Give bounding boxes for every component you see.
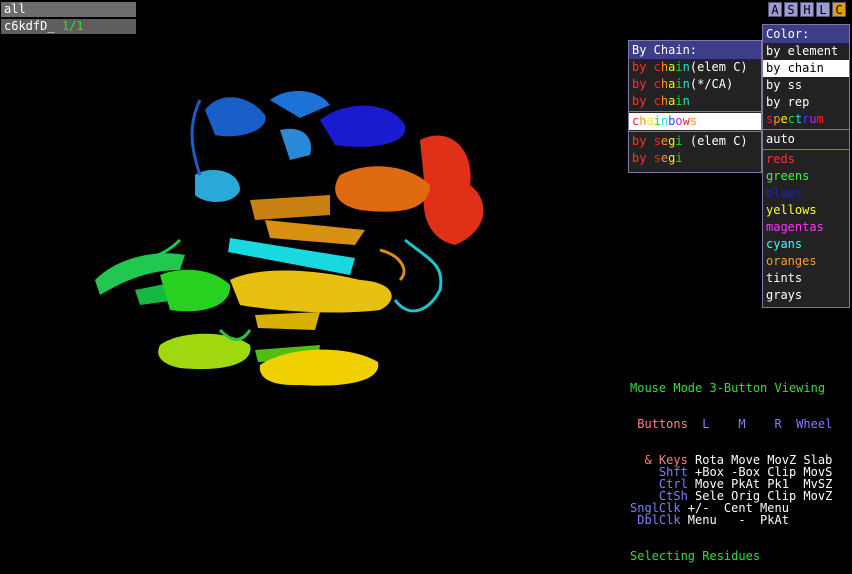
by-chain-menu-title: By Chain:: [629, 41, 761, 59]
color-menu: Color: by element by chain by ss by rep …: [762, 24, 850, 308]
chain-menu-item-suffix: (*/CA): [689, 77, 734, 91]
chain-menu-item-prefix: by: [632, 134, 654, 148]
object-state: 1/1: [61, 19, 84, 33]
chain-menu-item-word: chain: [653, 94, 690, 108]
helix-green: [160, 269, 231, 312]
helix-orange: [335, 166, 430, 212]
chain-menu-item[interactable]: by chain: [629, 93, 761, 110]
sheet-orange-1: [250, 195, 330, 220]
sheet-orange-2: [265, 220, 365, 245]
color-grays[interactable]: grays: [763, 287, 849, 304]
chain-menu-item-prefix: by: [632, 151, 654, 165]
chain-menu-item-suffix: (elem C): [689, 60, 748, 74]
action-button-a[interactable]: A: [768, 2, 782, 17]
color-by-rep[interactable]: by rep: [763, 94, 849, 111]
chain-menu-item[interactable]: by chain(*/CA): [629, 76, 761, 93]
hide-button-h[interactable]: H: [800, 2, 814, 17]
mouse-binding-row: DblClk Menu - PkAt: [630, 513, 789, 527]
color-magentas[interactable]: magentas: [763, 219, 849, 236]
chain-menu-item-word: segi: [653, 134, 683, 148]
color-by-ss[interactable]: by ss: [763, 77, 849, 94]
by-chain-menu: By Chain: by chain(elem C) by chain(*/CA)…: [628, 40, 762, 173]
color-blues[interactable]: blues: [763, 185, 849, 202]
chain-menu-item-word: chain: [653, 77, 690, 91]
molecular-viewport[interactable]: [0, 0, 629, 472]
color-by-chain[interactable]: by chain: [763, 60, 849, 77]
sheet-cyan: [228, 238, 355, 275]
sheet-blue-2: [280, 128, 311, 160]
color-greens[interactable]: greens: [763, 168, 849, 185]
mouse-mode-panel: Mouse Mode 3-Button Viewing Buttons L M …: [630, 358, 852, 562]
label-button-l[interactable]: L: [816, 2, 830, 17]
chain-menu-item[interactable]: chainbows: [629, 113, 761, 130]
helix-red: [420, 135, 484, 245]
object-name: c6kdfD_: [4, 19, 55, 33]
chain-menu-item[interactable]: by segi: [629, 150, 761, 167]
chain-menu-item-prefix: by: [632, 77, 654, 91]
mouse-mode-title: Mouse Mode 3-Button Viewing: [630, 381, 826, 395]
chain-menu-item[interactable]: by segi (elem C): [629, 133, 761, 150]
show-button-s[interactable]: S: [784, 2, 798, 17]
chain-menu-item-suffix: (elem C): [682, 134, 748, 148]
color-yellows[interactable]: yellows: [763, 202, 849, 219]
mouse-buttons-header: Buttons L M R Wheel: [630, 417, 833, 431]
chain-menu-item-word: chain: [653, 60, 690, 74]
chain-menu-item-word: chainbows: [632, 114, 698, 128]
helix-blue-1: [205, 97, 266, 137]
color-spectrum[interactable]: spectrum: [763, 111, 849, 128]
helix-blue-2: [320, 105, 406, 147]
helix-cyan-1: [195, 170, 240, 202]
chain-menu-item-prefix: by: [632, 94, 654, 108]
color-cyans[interactable]: cyans: [763, 236, 849, 253]
color-oranges[interactable]: oranges: [763, 253, 849, 270]
color-button-c[interactable]: C: [832, 2, 846, 17]
object-all-row[interactable]: all: [1, 2, 136, 17]
chain-menu-item[interactable]: by chain(elem C): [629, 59, 761, 76]
helix-yellow-1: [230, 270, 392, 313]
color-reds[interactable]: reds: [763, 151, 849, 168]
object-all-label: all: [4, 2, 26, 16]
protein-cartoon-render: [95, 90, 484, 386]
selecting-mode-label: Selecting Residues: [630, 549, 761, 563]
color-tints[interactable]: tints: [763, 270, 849, 287]
object-protein-row[interactable]: c6kdfD_ 1/1: [1, 19, 136, 34]
sheet-yellow: [255, 312, 320, 330]
color-by-element[interactable]: by element: [763, 43, 849, 60]
color-menu-title: Color:: [763, 25, 849, 43]
chain-menu-item-prefix: by: [632, 60, 654, 74]
sheet-blue-1: [270, 90, 330, 118]
chain-menu-item-word: segi: [653, 151, 683, 165]
color-auto[interactable]: auto: [763, 131, 849, 148]
